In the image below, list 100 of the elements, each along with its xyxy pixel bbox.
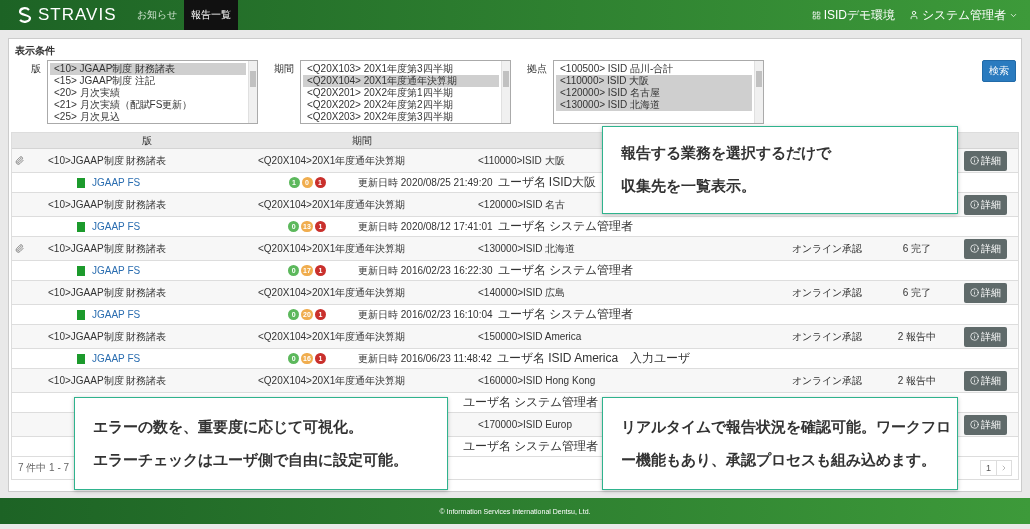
- list-box[interactable]: <Q20X103> 20X1年度第3四半期 <Q20X104> 20X1年度通年決算期 <Q20X201> 20X2年度第1四半期 <Q20X202> 20X2年度第2四半期 <Q20X203> 20X2年度第3四半期: [300, 60, 511, 124]
- column-header: 期間: [351, 134, 373, 148]
- updated-time: 更新日時 2016/06/23 11:48:42: [358, 351, 492, 366]
- user-name: ユーザ名 システム管理者: [497, 306, 633, 323]
- table-cell-text: <Q20X104>20X1年度通年決算期: [257, 285, 407, 300]
- table-cell-text: 2 報告中: [896, 329, 938, 344]
- table-cell-text: <160000>ISID Hong Kong: [477, 375, 597, 386]
- callout-text: エラーチェックはユーザ側で自由に設定可能。: [93, 450, 409, 470]
- table-cell-text: <10>JGAAP制度 財務諸表: [47, 153, 168, 168]
- column-header: 版: [141, 134, 153, 148]
- next-page-button[interactable]: [997, 460, 1012, 476]
- table-cell-text: <120000>ISID 名古: [477, 197, 567, 212]
- table-cell-text: <Q20X104>20X1年度通年決算期: [257, 329, 407, 344]
- info-icon: [969, 332, 979, 341]
- list-option[interactable]: <Q20X202> 20X2年度第2四半期: [303, 99, 499, 111]
- detail-button[interactable]: 詳細: [963, 370, 1007, 391]
- detail-button[interactable]: 詳細: [963, 326, 1007, 347]
- table-cell-text: <150000>ISID America: [477, 331, 583, 342]
- detail-button[interactable]: 詳細: [963, 238, 1007, 259]
- page-link[interactable]: 1: [980, 460, 997, 476]
- table-cell-text: 6 完了: [901, 285, 933, 300]
- table-cell-text: <Q20X104>20X1年度通年決算期: [257, 373, 407, 388]
- logo: STRAVIS: [38, 5, 117, 25]
- scrollbar[interactable]: [248, 61, 257, 123]
- table-cell-text: <10>JGAAP制度 財務諸表: [47, 241, 168, 256]
- callout-text: リアルタイムで報告状況を確認可能。ワークフロ: [621, 417, 952, 437]
- table-cell-text: オンライン承認: [791, 241, 863, 256]
- logo-icon: [16, 6, 34, 24]
- list-option[interactable]: <110000> ISID 大阪: [556, 75, 752, 87]
- report-link[interactable]: JGAAP FS: [92, 177, 141, 188]
- info-icon: [969, 156, 979, 165]
- table-cell-text: 6 完了: [901, 241, 933, 256]
- chevron-right-icon: [1000, 464, 1008, 472]
- list-option[interactable]: <15> JGAAP制度 注記: [50, 75, 246, 87]
- list-option[interactable]: <100500> ISID 品川-合計: [556, 63, 752, 75]
- table-cell-text: <Q20X104>20X1年度通年決算期: [257, 153, 407, 168]
- report-link[interactable]: JGAAP FS: [92, 353, 141, 364]
- table-cell-text: <10>JGAAP制度 財務諸表: [47, 329, 168, 344]
- filter-label: 拠点: [526, 62, 548, 76]
- detail-button[interactable]: 詳細: [963, 414, 1007, 435]
- list-option[interactable]: <Q20X201> 20X2年度第1四半期: [303, 87, 499, 99]
- user-name: ユーザ名 システム管理者: [497, 218, 633, 235]
- info-icon: [969, 376, 979, 385]
- environment-link[interactable]: ISIDデモ環境: [811, 6, 895, 24]
- scrollbar[interactable]: [501, 61, 510, 123]
- table-cell-text: <10>JGAAP制度 財務諸表: [47, 197, 168, 212]
- info-icon: [969, 200, 979, 209]
- filter-label: 期間: [273, 62, 295, 76]
- list-box[interactable]: <100500> ISID 品川-合計 <110000> ISID 大阪 <120000> ISID 名古屋 <130000> ISID 北海道: [553, 60, 764, 124]
- user-name: ユーザ名 ISID大阪: [497, 174, 597, 191]
- detail-button[interactable]: 詳細: [963, 150, 1007, 171]
- list-option[interactable]: <130000> ISID 北海道: [556, 99, 752, 111]
- detail-button[interactable]: 詳細: [963, 282, 1007, 303]
- callout-text: ー機能もあり、承認プロセスも組み込めます。: [621, 450, 937, 470]
- list-option[interactable]: <120000> ISID 名古屋: [556, 87, 752, 99]
- nav-tab[interactable]: 報告一覧: [184, 0, 239, 30]
- list-option[interactable]: <Q20X104> 20X1年度通年決算期: [303, 75, 499, 87]
- table-cell-text: オンライン承認: [791, 329, 863, 344]
- document-icon: [77, 353, 85, 364]
- table-cell-text: <Q20X104>20X1年度通年決算期: [257, 241, 407, 256]
- document-icon: [77, 309, 85, 320]
- info-icon: [969, 288, 979, 297]
- callout-text: 報告する業務を選択するだけで: [621, 144, 833, 163]
- user-name: ユーザ名 ISID America 入力ユーザ: [496, 350, 691, 367]
- record-count: 7 件中 1 - 7: [18, 461, 70, 475]
- list-option[interactable]: <Q20X103> 20X1年度第3四半期: [303, 63, 499, 75]
- table-cell-text: オンライン承認: [791, 373, 863, 388]
- document-icon: [77, 221, 85, 232]
- table-cell-text: <Q20X104>20X1年度通年決算期: [257, 197, 407, 212]
- table-cell-text: <140000>ISID 広島: [477, 285, 567, 300]
- user-menu[interactable]: システム管理者: [909, 6, 1018, 24]
- updated-time: 更新日時 2016/02/23 16:10:04: [358, 307, 493, 322]
- detail-button[interactable]: 詳細: [963, 194, 1007, 215]
- table-cell-text: 2 報告中: [896, 373, 938, 388]
- list-option[interactable]: <21> 月次実績（配賦FS更新）: [50, 99, 246, 111]
- table-cell-text: <10>JGAAP制度 財務諸表: [47, 373, 168, 388]
- filter-title: 表示条件: [14, 44, 56, 58]
- filter-label: 版: [30, 62, 42, 76]
- user-name: ユーザ名 システム管理者: [497, 262, 633, 279]
- search-button[interactable]: 検索: [982, 60, 1016, 82]
- updated-time: 更新日時 2020/08/12 17:41:01: [358, 219, 493, 234]
- report-link[interactable]: JGAAP FS: [92, 309, 141, 320]
- user-icon: [909, 10, 919, 20]
- table-cell-text: <170000>ISID Europ: [477, 419, 573, 430]
- document-icon: [77, 177, 85, 188]
- updated-time: 更新日時 2016/02/23 16:22:30: [358, 263, 493, 278]
- table-cell-text: <130000>ISID 北海道: [477, 241, 577, 256]
- user-name: ユーザ名 システム管理者: [463, 438, 599, 455]
- list-box[interactable]: <10> JGAAP制度 財務諸表 <15> JGAAP制度 注記 <20> 月次実績 <21> 月次実績（配賦FS更新） <25> 月次見込: [47, 60, 258, 124]
- updated-time: 更新日時 2020/08/25 21:49:20: [358, 175, 493, 190]
- report-link[interactable]: JGAAP FS: [92, 265, 141, 276]
- list-option[interactable]: <10> JGAAP制度 財務諸表: [50, 63, 246, 75]
- report-link[interactable]: JGAAP FS: [92, 221, 141, 232]
- table-cell-text: オンライン承認: [791, 285, 863, 300]
- list-option[interactable]: <Q20X203> 20X2年度第3四半期: [303, 111, 499, 123]
- list-option[interactable]: <20> 月次実績: [50, 87, 246, 99]
- scrollbar[interactable]: [754, 61, 763, 123]
- list-option[interactable]: <25> 月次見込: [50, 111, 246, 123]
- nav-tab[interactable]: お知らせ: [130, 0, 185, 30]
- callout-text: エラーの数を、重要度に応じて可視化。: [93, 417, 364, 437]
